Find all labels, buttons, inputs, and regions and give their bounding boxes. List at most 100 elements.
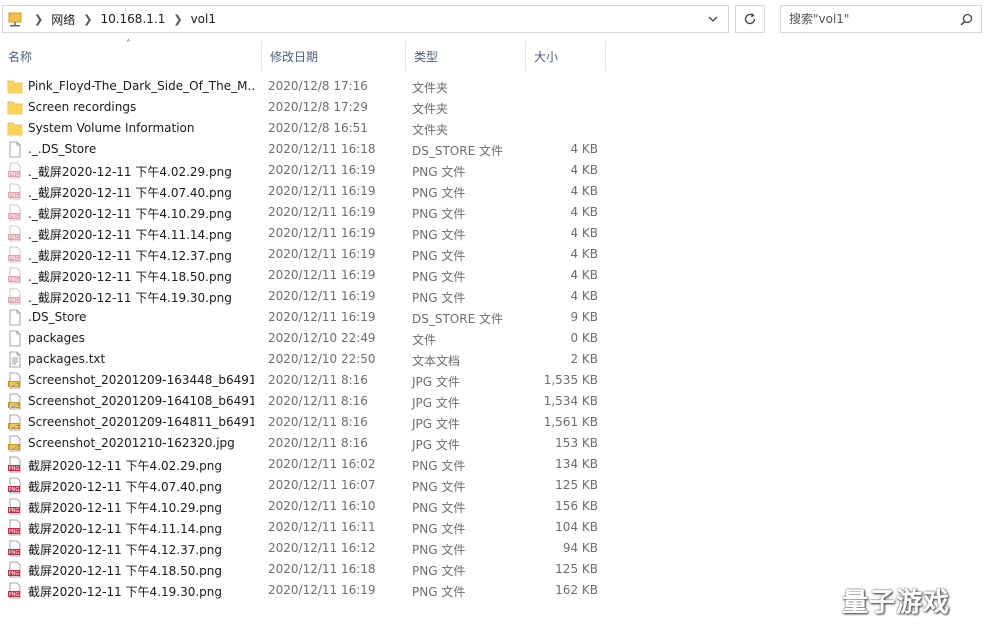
file-row[interactable]: Pink_Floyd-The_Dark_Side_Of_The_M... 2020…	[0, 76, 610, 97]
file-name: ._截屏2020-12-11 下午4.18.50.png	[28, 270, 232, 284]
file-name: 截屏2020-12-11 下午4.10.29.png	[28, 501, 223, 515]
png-file-icon: PNG	[7, 498, 23, 515]
file-row[interactable]: PNG ._截屏2020-12-11 下午4.07.40.png 2020/12/1…	[0, 181, 610, 202]
file-row[interactable]: PNG ._截屏2020-12-11 下午4.02.29.png 2020/12/1…	[0, 160, 610, 181]
file-date: 2020/12/11 16:19	[268, 226, 376, 240]
svg-text:PNG: PNG	[9, 172, 20, 178]
svg-text:PNG: PNG	[9, 592, 20, 598]
search-input[interactable]	[789, 11, 949, 27]
file-size: 4 KB	[570, 247, 598, 261]
search-icon[interactable]	[960, 13, 973, 26]
file-row[interactable]: packages 2020/12/10 22:49 文件 0 KB	[0, 328, 610, 349]
file-row[interactable]: PNG 截屏2020-12-11 下午4.19.30.png 2020/12/11 …	[0, 580, 610, 601]
file-date: 2020/12/8 17:16	[268, 79, 368, 93]
png-file-icon: PNG	[7, 477, 23, 494]
file-size: 125 KB	[555, 562, 598, 576]
file-row[interactable]: PNG ._截屏2020-12-11 下午4.19.30.png 2020/12/1…	[0, 286, 610, 307]
file-date: 2020/12/11 16:07	[268, 478, 376, 492]
refresh-button[interactable]	[735, 5, 765, 33]
file-name: ._截屏2020-12-11 下午4.12.37.png	[28, 249, 232, 263]
file-name: packages	[28, 331, 85, 345]
column-header-name[interactable]: 名称	[0, 41, 262, 71]
column-header-date-label: 修改日期	[270, 49, 319, 64]
file-row[interactable]: PNG 截屏2020-12-11 下午4.12.37.png 2020/12/11 …	[0, 538, 610, 559]
file-name: 截屏2020-12-11 下午4.19.30.png	[28, 585, 223, 599]
file-name: 截屏2020-12-11 下午4.18.50.png	[28, 564, 223, 578]
file-size: 1,535 KB	[543, 373, 598, 387]
file-type: PNG 文件	[412, 501, 466, 515]
file-name: ._截屏2020-12-11 下午4.02.29.png	[28, 165, 232, 179]
svg-text:PNG: PNG	[9, 235, 20, 241]
file-name: 截屏2020-12-11 下午4.02.29.png	[28, 459, 223, 473]
folder-icon	[7, 99, 23, 116]
png-file-icon: PNG	[7, 246, 23, 263]
column-header-type-label: 类型	[414, 49, 439, 64]
file-row[interactable]: Screen recordings 2020/12/8 17:29 文件夹	[0, 97, 610, 118]
folder-icon	[7, 120, 23, 137]
file-date: 2020/12/10 22:50	[268, 352, 376, 366]
file-row[interactable]: System Volume Information 2020/12/8 16:51…	[0, 118, 610, 139]
file-row[interactable]: PNG 截屏2020-12-11 下午4.10.29.png 2020/12/11 …	[0, 496, 610, 517]
file-row[interactable]: PNG 截屏2020-12-11 下午4.11.14.png 2020/12/11 …	[0, 517, 610, 538]
column-header-size[interactable]: 大小	[526, 41, 606, 71]
file-row[interactable]: PNG 截屏2020-12-11 下午4.02.29.png 2020/12/11 …	[0, 454, 610, 475]
column-header-name-label: 名称	[8, 49, 33, 64]
file-type: 文件	[412, 333, 437, 347]
breadcrumb-network[interactable]: 网络	[51, 11, 75, 28]
file-size: 4 KB	[570, 163, 598, 177]
file-date: 2020/12/11 16:19	[268, 289, 376, 303]
svg-text:PNG: PNG	[9, 277, 20, 283]
file-name: Screenshot_20201210-162320.jpg	[28, 436, 235, 450]
svg-text:PNG: PNG	[9, 508, 20, 514]
file-row[interactable]: packages.txt 2020/12/10 22:50 文本文档 2 KB	[0, 349, 610, 370]
file-type: PNG 文件	[412, 228, 466, 242]
file-row[interactable]: PNG ._截屏2020-12-11 下午4.12.37.png 2020/12/1…	[0, 244, 610, 265]
file-date: 2020/12/11 16:02	[268, 457, 376, 471]
chevron-right-icon: ❯	[173, 12, 183, 26]
png-file-icon: PNG	[7, 288, 23, 305]
file-size: 94 KB	[562, 541, 598, 555]
file-type: PNG 文件	[412, 270, 466, 284]
svg-text:JPG: JPG	[9, 382, 18, 388]
file-row[interactable]: PNG ._截屏2020-12-11 下午4.11.14.png 2020/12/1…	[0, 223, 610, 244]
file-name: ._截屏2020-12-11 下午4.11.14.png	[28, 228, 232, 242]
png-file-icon: PNG	[7, 267, 23, 284]
file-date: 2020/12/11 16:19	[268, 310, 376, 324]
text-file-icon	[7, 351, 23, 368]
file-row[interactable]: PNG ._截屏2020-12-11 下午4.10.29.png 2020/12/1…	[0, 202, 610, 223]
file-size: 162 KB	[555, 583, 598, 597]
file-row[interactable]: JPG Screenshot_20201210-162320.jpg 2020/12…	[0, 433, 610, 454]
file-date: 2020/12/11 16:18	[268, 562, 376, 576]
breadcrumb-folder[interactable]: vol1	[191, 12, 216, 26]
file-row[interactable]: JPG Screenshot_20201209-164108_b6491f... 2…	[0, 391, 610, 412]
file-name: 截屏2020-12-11 下午4.07.40.png	[28, 480, 223, 494]
breadcrumb-host[interactable]: 10.168.1.1	[100, 12, 165, 26]
file-list: Pink_Floyd-The_Dark_Side_Of_The_M... 2020…	[0, 76, 610, 601]
file-name: .DS_Store	[28, 310, 87, 324]
file-size: 4 KB	[570, 289, 598, 303]
file-date: 2020/12/10 22:49	[268, 331, 376, 345]
file-row[interactable]: .DS_Store 2020/12/11 16:19 DS_STORE 文件 9 KB	[0, 307, 610, 328]
file-row[interactable]: ._.DS_Store 2020/12/11 16:18 DS_STORE 文件 4 …	[0, 139, 610, 160]
png-file-icon: PNG	[7, 162, 23, 179]
png-file-icon: PNG	[7, 204, 23, 221]
search-box	[780, 5, 982, 33]
file-row[interactable]: PNG 截屏2020-12-11 下午4.18.50.png 2020/12/11 …	[0, 559, 610, 580]
file-row[interactable]: JPG Screenshot_20201209-164811_b6491f... 2…	[0, 412, 610, 433]
file-type: JPG 文件	[412, 396, 460, 410]
chevron-down-icon[interactable]	[706, 12, 720, 26]
file-date: 2020/12/11 16:19	[268, 583, 376, 597]
column-header-type[interactable]: 类型	[406, 41, 526, 71]
column-header-date[interactable]: 修改日期	[262, 41, 406, 71]
file-row[interactable]: PNG ._截屏2020-12-11 下午4.18.50.png 2020/12/1…	[0, 265, 610, 286]
file-icon	[7, 330, 23, 347]
address-bar[interactable]: ❯ 网络 ❯ 10.168.1.1 ❯ vol1	[2, 5, 729, 33]
file-date: 2020/12/11 16:18	[268, 142, 376, 156]
file-row[interactable]: PNG 截屏2020-12-11 下午4.07.40.png 2020/12/11 …	[0, 475, 610, 496]
file-row[interactable]: JPG Screenshot_20201209-163448_b6491f... 2…	[0, 370, 610, 391]
jpg-file-icon: JPG	[7, 372, 23, 389]
file-type: PNG 文件	[412, 459, 466, 473]
jpg-file-icon: JPG	[7, 393, 23, 410]
png-file-icon: PNG	[7, 540, 23, 557]
png-file-icon: PNG	[7, 519, 23, 536]
